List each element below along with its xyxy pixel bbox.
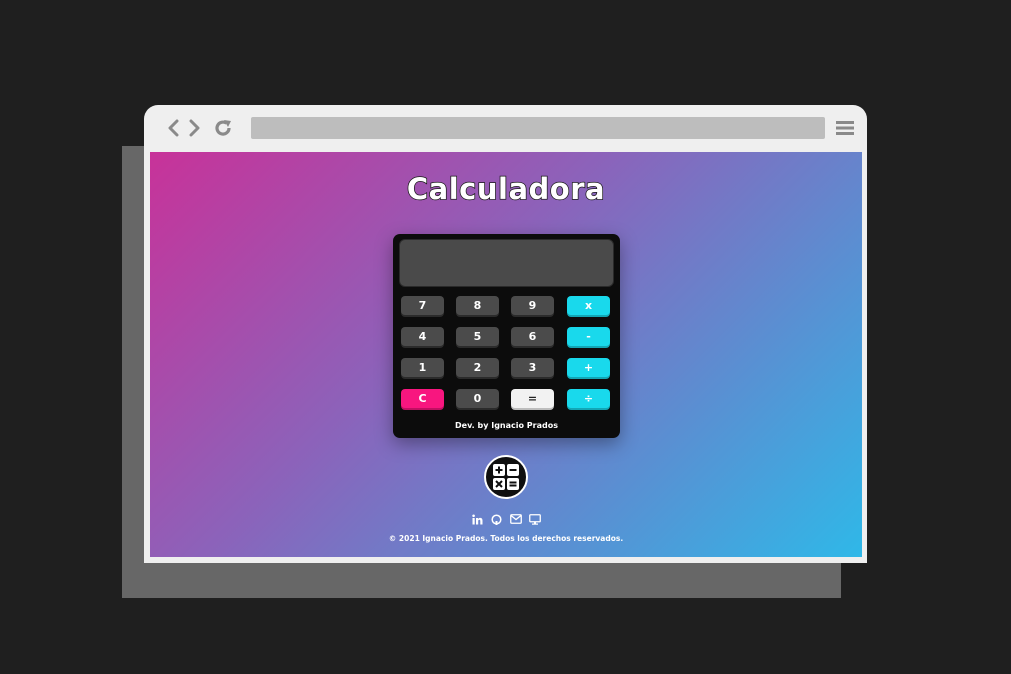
key-multiply-button[interactable]: x [567, 296, 610, 315]
calculator: 7 8 9 x 4 5 6- 1 2 3 + C 0 = ÷ Dev. by Ignacio Prados [393, 234, 620, 438]
key-digit-6-button[interactable]: 6 [511, 327, 554, 346]
key-divide-button[interactable]: ÷ [567, 389, 610, 408]
reload-icon[interactable] [212, 118, 234, 138]
key-digit-9-button[interactable]: 9 [511, 296, 554, 315]
back-arrow-icon[interactable] [166, 118, 180, 138]
developer-credit: Dev. by Ignacio Prados [455, 421, 558, 430]
key-clear-button[interactable]: C [401, 389, 444, 408]
mail-icon[interactable] [509, 513, 522, 525]
key-digit-0-button[interactable]: 0 [456, 389, 499, 408]
key-digit-2-button[interactable]: 2 [456, 358, 499, 377]
hamburger-menu-icon[interactable] [835, 118, 855, 138]
page-viewport: Calculadora 7 8 9 x 4 5 6- 1 2 3 + C 0 = ÷ Dev. by Ign… [150, 152, 862, 557]
github-icon[interactable] [491, 513, 503, 525]
key-digit-8-button[interactable]: 8 [456, 296, 499, 315]
key-digit-1-button[interactable]: 1 [401, 358, 444, 377]
key-subtract-button[interactable]: - [567, 327, 610, 346]
calculator-logo-icon[interactable] [484, 455, 528, 499]
page-title: Calculadora [406, 171, 606, 207]
key-digit-7-button[interactable]: 7 [401, 296, 444, 315]
forward-arrow-icon[interactable] [188, 118, 202, 138]
portfolio-icon[interactable] [528, 513, 541, 525]
key-digit-3-button[interactable]: 3 [511, 358, 554, 377]
key-digit-5-button[interactable]: 5 [456, 327, 499, 346]
key-add-button[interactable]: + [567, 358, 610, 377]
social-links [150, 513, 862, 525]
copyright-text: © 2021 Ignacio Prados. Todos los derecho… [388, 534, 624, 543]
calculator-display [399, 239, 614, 287]
url-bar[interactable] [251, 117, 825, 139]
key-digit-4-button[interactable]: 4 [401, 327, 444, 346]
key-equals-button[interactable]: = [511, 389, 554, 408]
linkedin-icon[interactable] [472, 513, 484, 525]
